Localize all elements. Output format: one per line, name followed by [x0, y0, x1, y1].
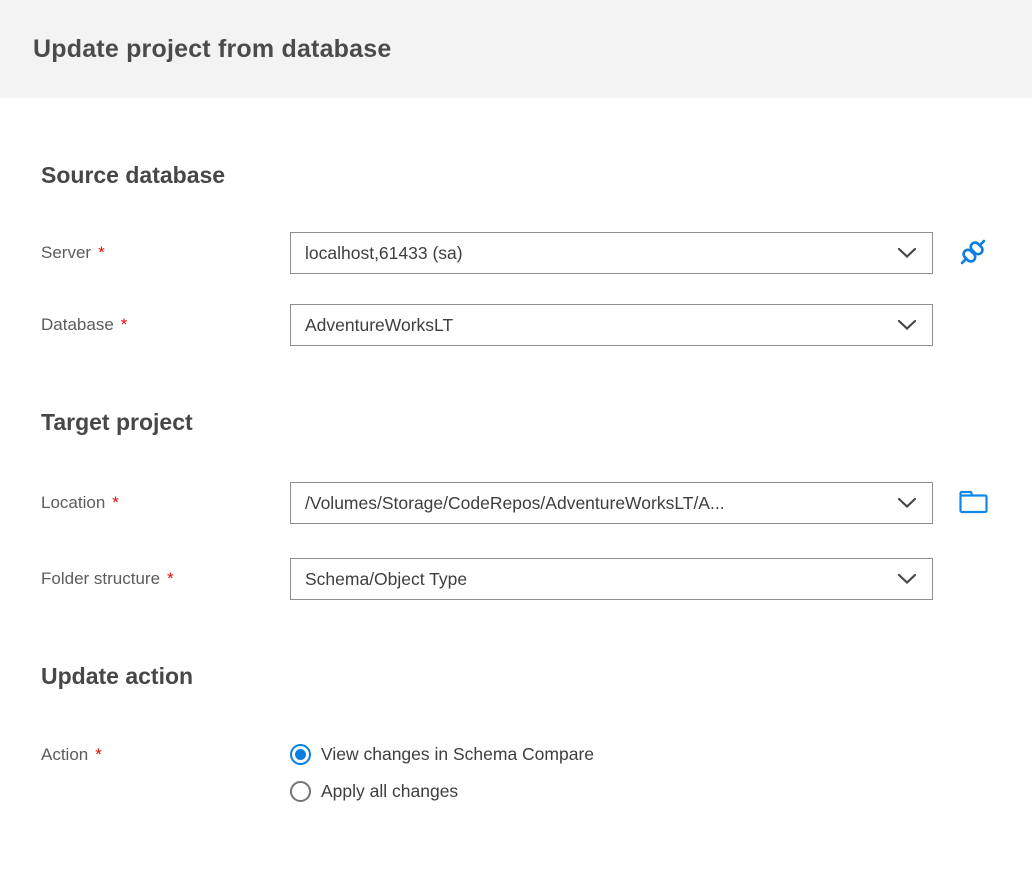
- dialog-header: Update project from database: [0, 0, 1032, 98]
- required-asterisk: *: [95, 745, 102, 764]
- browse-folder-button[interactable]: [952, 482, 994, 524]
- section-heading-update-action: Update action: [41, 663, 194, 689]
- radio-label: Apply all changes: [321, 781, 459, 801]
- folder-structure-label: Folder structure *: [41, 569, 174, 588]
- chevron-down-icon: [898, 248, 916, 258]
- section-heading-target-project: Target project: [41, 409, 193, 435]
- server-row: Server * localhost,61433 (sa): [41, 232, 1032, 274]
- folder-structure-dropdown[interactable]: Schema/Object Type: [290, 558, 933, 600]
- database-row: Database * AdventureWorksLT: [41, 304, 1032, 346]
- server-dropdown[interactable]: localhost,61433 (sa): [290, 232, 933, 274]
- radio-selected-icon: [290, 744, 311, 765]
- chevron-down-icon: [898, 498, 916, 508]
- required-asterisk: *: [112, 493, 119, 512]
- connect-server-button[interactable]: [952, 232, 994, 274]
- chevron-down-icon: [898, 320, 916, 330]
- database-dropdown-value: AdventureWorksLT: [305, 314, 454, 335]
- location-label: Location *: [41, 493, 119, 512]
- location-dropdown[interactable]: /Volumes/Storage/CodeRepos/AdventureWork…: [290, 482, 933, 524]
- required-asterisk: *: [167, 569, 174, 588]
- location-row: Location * /Volumes/Storage/CodeRepos/Adv…: [41, 482, 1032, 524]
- chevron-down-icon: [898, 574, 916, 584]
- action-row: Action * View changes in Schema Compare A…: [41, 744, 1032, 802]
- action-radio-group: View changes in Schema Compare Apply all…: [290, 744, 594, 802]
- radio-unselected-icon: [290, 781, 311, 802]
- radio-label: View changes in Schema Compare: [321, 744, 595, 764]
- folder-structure-dropdown-value: Schema/Object Type: [305, 568, 468, 589]
- dialog-body: Source database Server * localhost,61433 …: [0, 161, 1032, 802]
- required-asterisk: *: [120, 315, 128, 334]
- radio-apply-all-changes[interactable]: Apply all changes: [290, 781, 594, 802]
- required-asterisk: *: [98, 243, 105, 262]
- action-label: Action *: [41, 745, 102, 764]
- dialog-title: Update project from database: [33, 34, 392, 63]
- folder-icon: [955, 485, 992, 522]
- server-dropdown-value: localhost,61433 (sa): [305, 242, 463, 263]
- folder-structure-row: Folder structure * Schema/Object Type: [41, 558, 1032, 600]
- database-dropdown[interactable]: AdventureWorksLT: [290, 304, 933, 346]
- database-label: Database *: [41, 315, 128, 334]
- server-label: Server *: [41, 243, 105, 262]
- connect-plug-icon: [953, 232, 993, 275]
- section-heading-source-database: Source database: [41, 162, 226, 188]
- location-dropdown-value: /Volumes/Storage/CodeRepos/AdventureWork…: [305, 492, 725, 513]
- radio-view-changes-in-schema-compare[interactable]: View changes in Schema Compare: [290, 744, 594, 765]
